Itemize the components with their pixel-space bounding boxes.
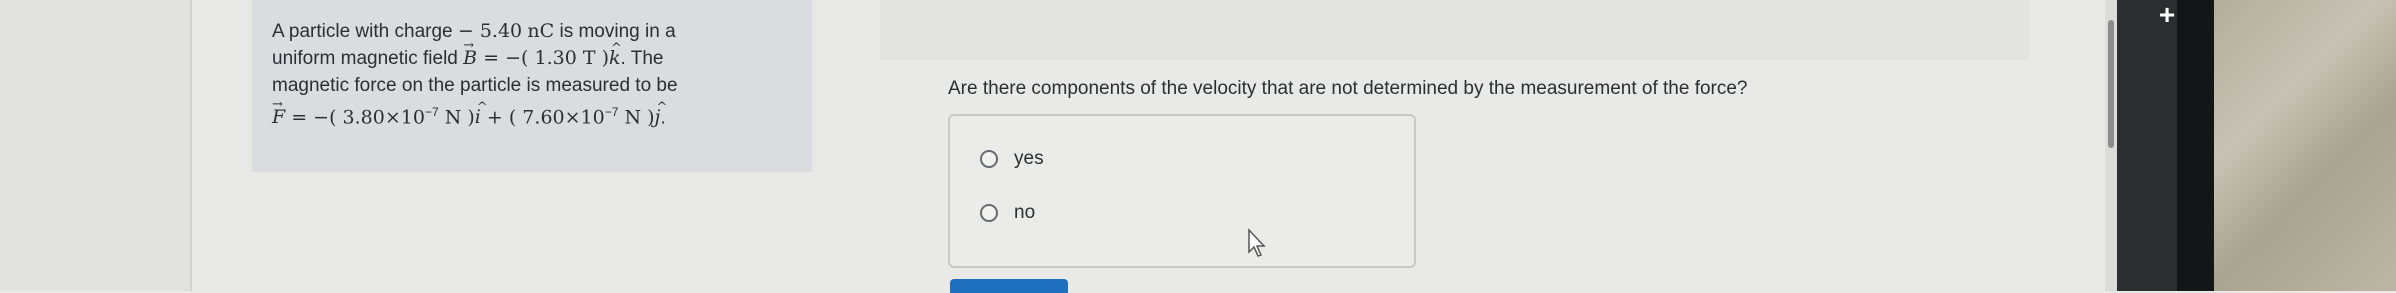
problem-line-4: F = −( 3.80×10−7 N )i + ( 7.60×10−7 N )j…: [272, 91, 797, 131]
option-yes-label: yes: [1014, 148, 1044, 169]
problem-line-1: A particle with charge − 5.40 nC is movi…: [272, 20, 676, 42]
screen-bezel: [2117, 0, 2177, 291]
left-gutter: [0, 0, 192, 291]
radio-no[interactable]: [980, 204, 998, 222]
background-wall: [2214, 0, 2396, 291]
mouse-cursor-icon: [1248, 228, 1266, 257]
B-vector-symbol: B: [463, 32, 477, 72]
option-no[interactable]: no: [980, 202, 1035, 224]
j-hat-symbol: j: [655, 94, 668, 131]
monitor-edge: [2177, 0, 2214, 291]
problem-line-3: magnetic force on the particle is measur…: [272, 75, 678, 96]
problem-line-2: uniform magnetic field B = −( 1.30 T )k.…: [272, 32, 797, 72]
option-no-label: no: [1014, 202, 1036, 223]
k-hat-symbol: k: [609, 35, 621, 72]
option-yes[interactable]: yes: [980, 148, 1044, 170]
radio-yes[interactable]: [980, 150, 998, 168]
scrollbar[interactable]: [2105, 0, 2117, 291]
scroll-thumb[interactable]: [2108, 20, 2114, 148]
problem-card: A particle with charge − 5.40 nC is movi…: [252, 0, 812, 172]
i-hat-symbol: i: [475, 94, 488, 131]
question-header-strip: [880, 0, 2030, 60]
F-vector-symbol: F: [272, 91, 285, 131]
question-text: Are there components of the velocity tha…: [948, 78, 1748, 99]
answer-options: yes no: [948, 114, 1416, 268]
problem-statement: A particle with charge − 5.40 nC is movi…: [272, 18, 797, 131]
